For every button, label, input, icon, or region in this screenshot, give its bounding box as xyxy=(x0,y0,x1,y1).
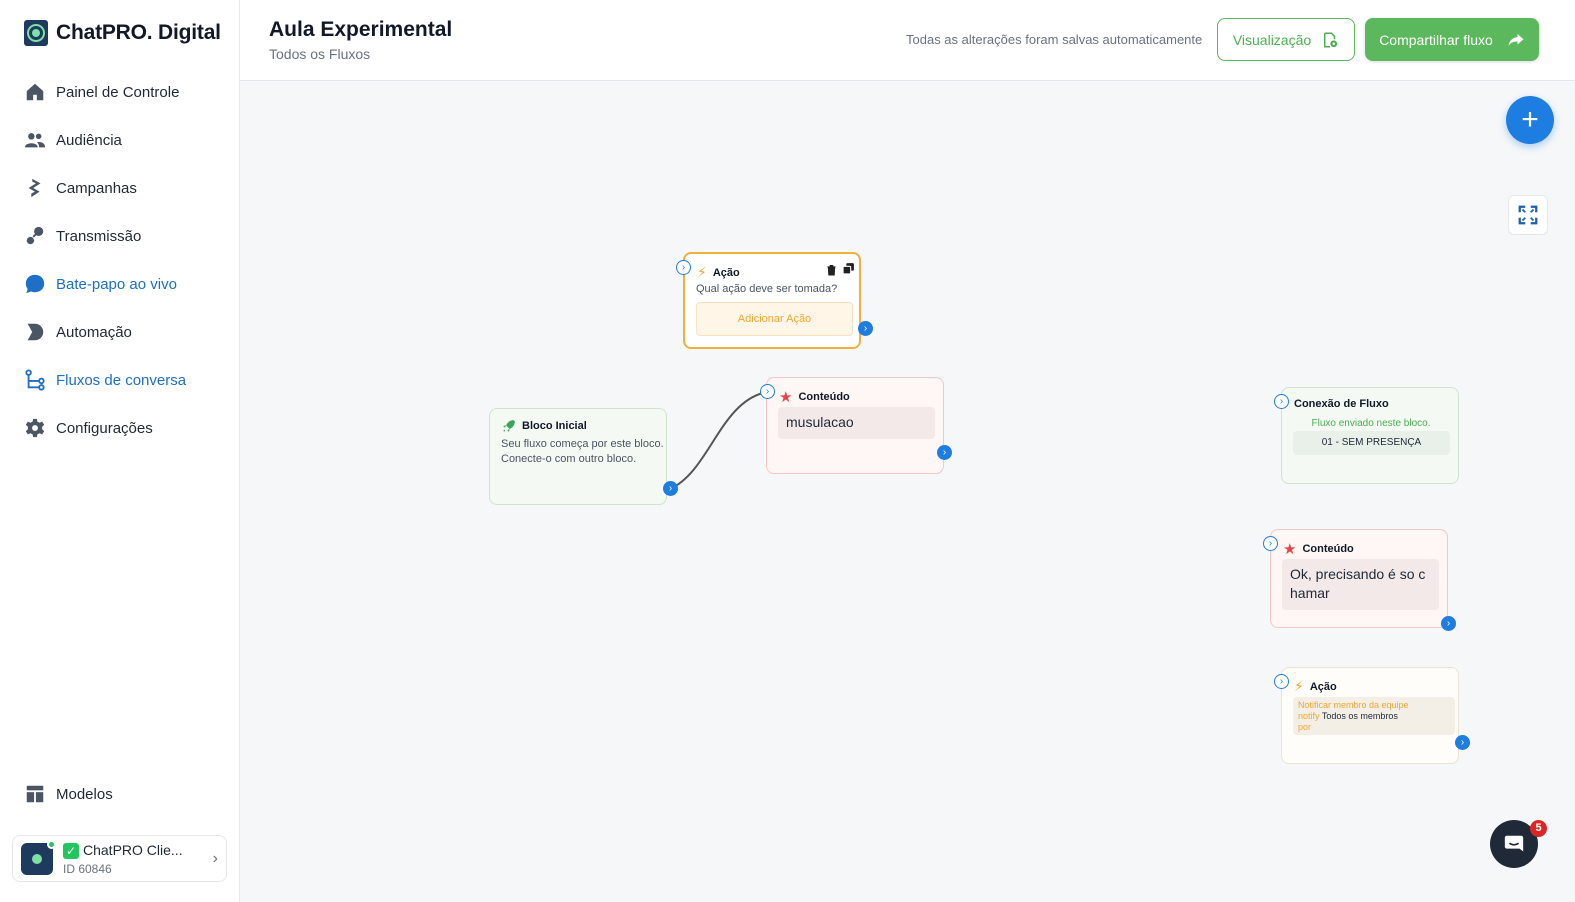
trash-icon[interactable] xyxy=(826,263,837,281)
share-label: Compartilhar fluxo xyxy=(1379,31,1493,48)
share-flow-button[interactable]: Compartilhar fluxo xyxy=(1365,18,1539,61)
output-port[interactable]: › xyxy=(1455,735,1470,750)
node-content[interactable]: › ★ Conteúdo musulacao › xyxy=(760,377,952,474)
input-port[interactable]: › xyxy=(676,260,691,275)
brand-name: ChatPRO. Digital xyxy=(56,21,221,44)
gear-icon xyxy=(24,417,46,439)
node-title: Conteúdo xyxy=(1302,543,1354,555)
breadcrumb[interactable]: Todos os Fluxos xyxy=(269,46,370,62)
node-flow-connection[interactable]: › Conexão de Fluxo Fluxo enviado neste b… xyxy=(1274,387,1459,484)
connection-layer xyxy=(669,391,768,490)
page-title: Aula Experimental xyxy=(269,18,453,41)
sidebar-item-painel[interactable]: Painel de Controle xyxy=(0,68,239,116)
broadcast-icon xyxy=(24,225,46,247)
avatar xyxy=(21,839,56,875)
output-port[interactable]: › xyxy=(1441,616,1456,631)
connection-line xyxy=(669,391,768,490)
account-switcher[interactable]: ✓ ChatPRO Clie... ID 60846 › xyxy=(12,835,227,882)
online-status-dot xyxy=(47,839,56,849)
star-icon: ★ xyxy=(779,389,793,406)
output-port[interactable]: › xyxy=(937,445,952,460)
sidebar-item-automacao[interactable]: Automação xyxy=(0,308,239,356)
check-icon: ✓ xyxy=(63,842,79,859)
message-text: Ok, precisando é so c hamar xyxy=(1282,559,1439,610)
sidebar-item-label: Transmissão xyxy=(56,227,142,245)
home-icon xyxy=(24,81,46,103)
duplicate-icon[interactable] xyxy=(842,262,855,280)
preview-label: Visualização xyxy=(1232,31,1312,48)
node-action[interactable]: › ⚡ Ação Notificar membro da equipe noti… xyxy=(1274,667,1470,764)
input-port[interactable]: › xyxy=(760,384,775,399)
add-action-button[interactable]: Adicionar Ação xyxy=(696,302,853,336)
sidebar-item-modelos[interactable]: Modelos xyxy=(0,770,239,818)
message-text: musulacao xyxy=(778,407,935,439)
share-arrow-icon xyxy=(1508,33,1524,46)
input-port[interactable]: › xyxy=(1274,674,1289,689)
rocket-icon xyxy=(503,420,515,432)
node-title: Bloco Inicial xyxy=(522,420,587,432)
node-title: Conexão de Fluxo xyxy=(1294,398,1389,410)
node-question: Qual ação deve ser tomada? xyxy=(696,283,838,295)
node-title: Ação xyxy=(1309,680,1337,693)
input-port[interactable]: › xyxy=(1274,394,1289,409)
node-text: Seu fluxo começa por este bloco. xyxy=(501,438,664,450)
chevron-right-icon: › xyxy=(212,849,218,867)
sidebar-item-label: Automação xyxy=(56,323,132,341)
account-name: ChatPRO Clie... xyxy=(83,841,183,858)
action-param: notify xyxy=(1298,711,1320,721)
autosave-status: Todas as alterações foram salvas automat… xyxy=(906,32,1203,47)
chat-bubble-icon xyxy=(24,273,46,295)
node-title: Conteúdo xyxy=(798,391,850,403)
sidebar-item-label: Configurações xyxy=(56,419,153,437)
campaign-icon xyxy=(24,177,46,199)
users-icon xyxy=(24,129,46,151)
templates-icon xyxy=(24,783,46,805)
action-param: por xyxy=(1298,722,1312,732)
sidebar-item-bate-papo[interactable]: Bate-papo ao vivo xyxy=(0,260,239,308)
sidebar-item-label: Fluxos de conversa xyxy=(56,371,187,389)
sidebar-item-fluxos[interactable]: Fluxos de conversa xyxy=(0,356,239,404)
sidebar-item-label: Modelos xyxy=(56,785,113,803)
input-port[interactable]: › xyxy=(1263,536,1278,551)
sidebar-item-transmissao[interactable]: Transmissão xyxy=(0,212,239,260)
sidebar-nav: Painel de Controle Audiência Campanhas T… xyxy=(0,68,239,452)
action-type: Notificar membro da equipe xyxy=(1298,700,1409,710)
header: Aula Experimental Todos os Fluxos Todas … xyxy=(240,0,1575,81)
sidebar-item-campanhas[interactable]: Campanhas xyxy=(0,164,239,212)
node-content[interactable]: › ★ Conteúdo Ok, precisando é so c hamar… xyxy=(1263,529,1456,631)
automation-icon xyxy=(24,321,46,343)
action-summary: Notificar membro da equipe notify Todos … xyxy=(1293,697,1455,735)
add-block-button[interactable]: + xyxy=(1506,96,1554,144)
flow-name-tag: 01 - SEM PRESENÇA xyxy=(1293,431,1450,455)
node-start[interactable]: Bloco Inicial Seu fluxo começa por este … xyxy=(489,408,678,505)
sidebar-item-label: Audiência xyxy=(56,131,122,149)
output-port[interactable]: › xyxy=(858,321,873,336)
notification-badge: 5 xyxy=(1530,820,1547,837)
action-value: Todos os membros xyxy=(1321,711,1398,721)
sidebar-item-label: Campanhas xyxy=(56,179,137,197)
sidebar-item-label: Bate-papo ao vivo xyxy=(56,275,177,293)
node-subtitle: Fluxo enviado neste bloco. xyxy=(1311,418,1431,429)
flow-canvas[interactable]: + Bloco Inicial Seu fluxo começa por est… xyxy=(240,81,1575,902)
account-id: ID 60846 xyxy=(63,861,112,876)
lightning-icon: ⚡ xyxy=(1294,678,1304,694)
expand-icon xyxy=(1518,205,1538,225)
preview-button[interactable]: Visualização xyxy=(1217,18,1355,61)
output-port[interactable]: › xyxy=(663,481,678,496)
brand-logo-icon xyxy=(24,20,48,46)
fit-view-button[interactable] xyxy=(1508,195,1548,235)
brand[interactable]: ChatPRO. Digital xyxy=(24,20,221,46)
lightning-icon: ⚡ xyxy=(697,264,707,280)
flow-icon xyxy=(24,369,46,391)
sidebar-item-label: Painel de Controle xyxy=(56,83,180,101)
sidebar-item-configuracoes[interactable]: Configurações xyxy=(0,404,239,452)
star-icon: ★ xyxy=(1283,541,1297,558)
preview-icon xyxy=(1324,32,1338,47)
node-text: Conecte-o com outro bloco. xyxy=(501,453,637,465)
chat-icon xyxy=(1504,835,1524,852)
sidebar-item-audiencia[interactable]: Audiência xyxy=(0,116,239,164)
node-action[interactable]: › ⚡ Ação Qual ação deve ser tomada? Adic… xyxy=(676,252,873,349)
sidebar: ChatPRO. Digital Painel de Controle Audi… xyxy=(0,0,240,902)
node-title: Ação xyxy=(712,266,740,279)
